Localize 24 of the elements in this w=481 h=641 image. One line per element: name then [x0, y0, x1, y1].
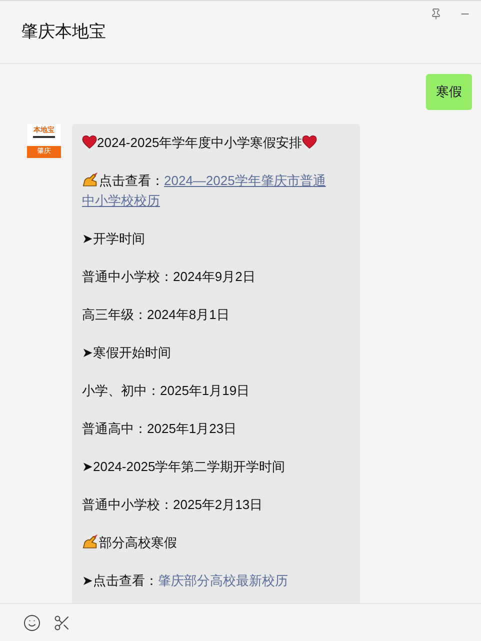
message-text: 普通中小学校：2024年9月2日 — [82, 268, 256, 286]
message-text: ➤2024-2025学年第二学期开学时间 — [82, 458, 286, 476]
message-text: ➤点击查看： — [82, 572, 158, 588]
message-text: 部分高校寒假 — [99, 534, 177, 550]
message-text: 普通中小学校：2025年2月13日 — [82, 496, 264, 514]
heart-icon — [302, 134, 318, 148]
sent-message-bubble: 寒假 — [426, 74, 472, 110]
message-text: 点击查看： — [99, 172, 164, 188]
message-text: ➤寒假开始时间 — [82, 344, 172, 362]
calendar-link[interactable]: 中小学校校历 — [82, 192, 160, 208]
message-heading: 2024-2025年学年度中小学寒假安排 — [97, 134, 302, 150]
pin-icon[interactable] — [430, 8, 442, 20]
scissors-icon[interactable] — [53, 614, 71, 632]
calendar-link[interactable]: 2024—2025学年肇庆市普通 — [164, 172, 326, 188]
writing-hand-icon — [82, 172, 99, 186]
message-text: 高三年级：2024年8月1日 — [82, 306, 230, 324]
writing-hand-icon — [82, 534, 99, 548]
message-text: 小学、初中：2025年1月19日 — [82, 382, 251, 400]
window-title: 肇庆本地宝 — [21, 21, 106, 44]
emoji-icon[interactable] — [23, 614, 41, 632]
message-text: ➤开学时间 — [82, 230, 146, 248]
message-text: 普通高中：2025年1月23日 — [82, 420, 238, 438]
calendar-link[interactable]: 肇庆部分高校最新校历 — [158, 572, 288, 588]
heart-icon — [82, 134, 97, 148]
